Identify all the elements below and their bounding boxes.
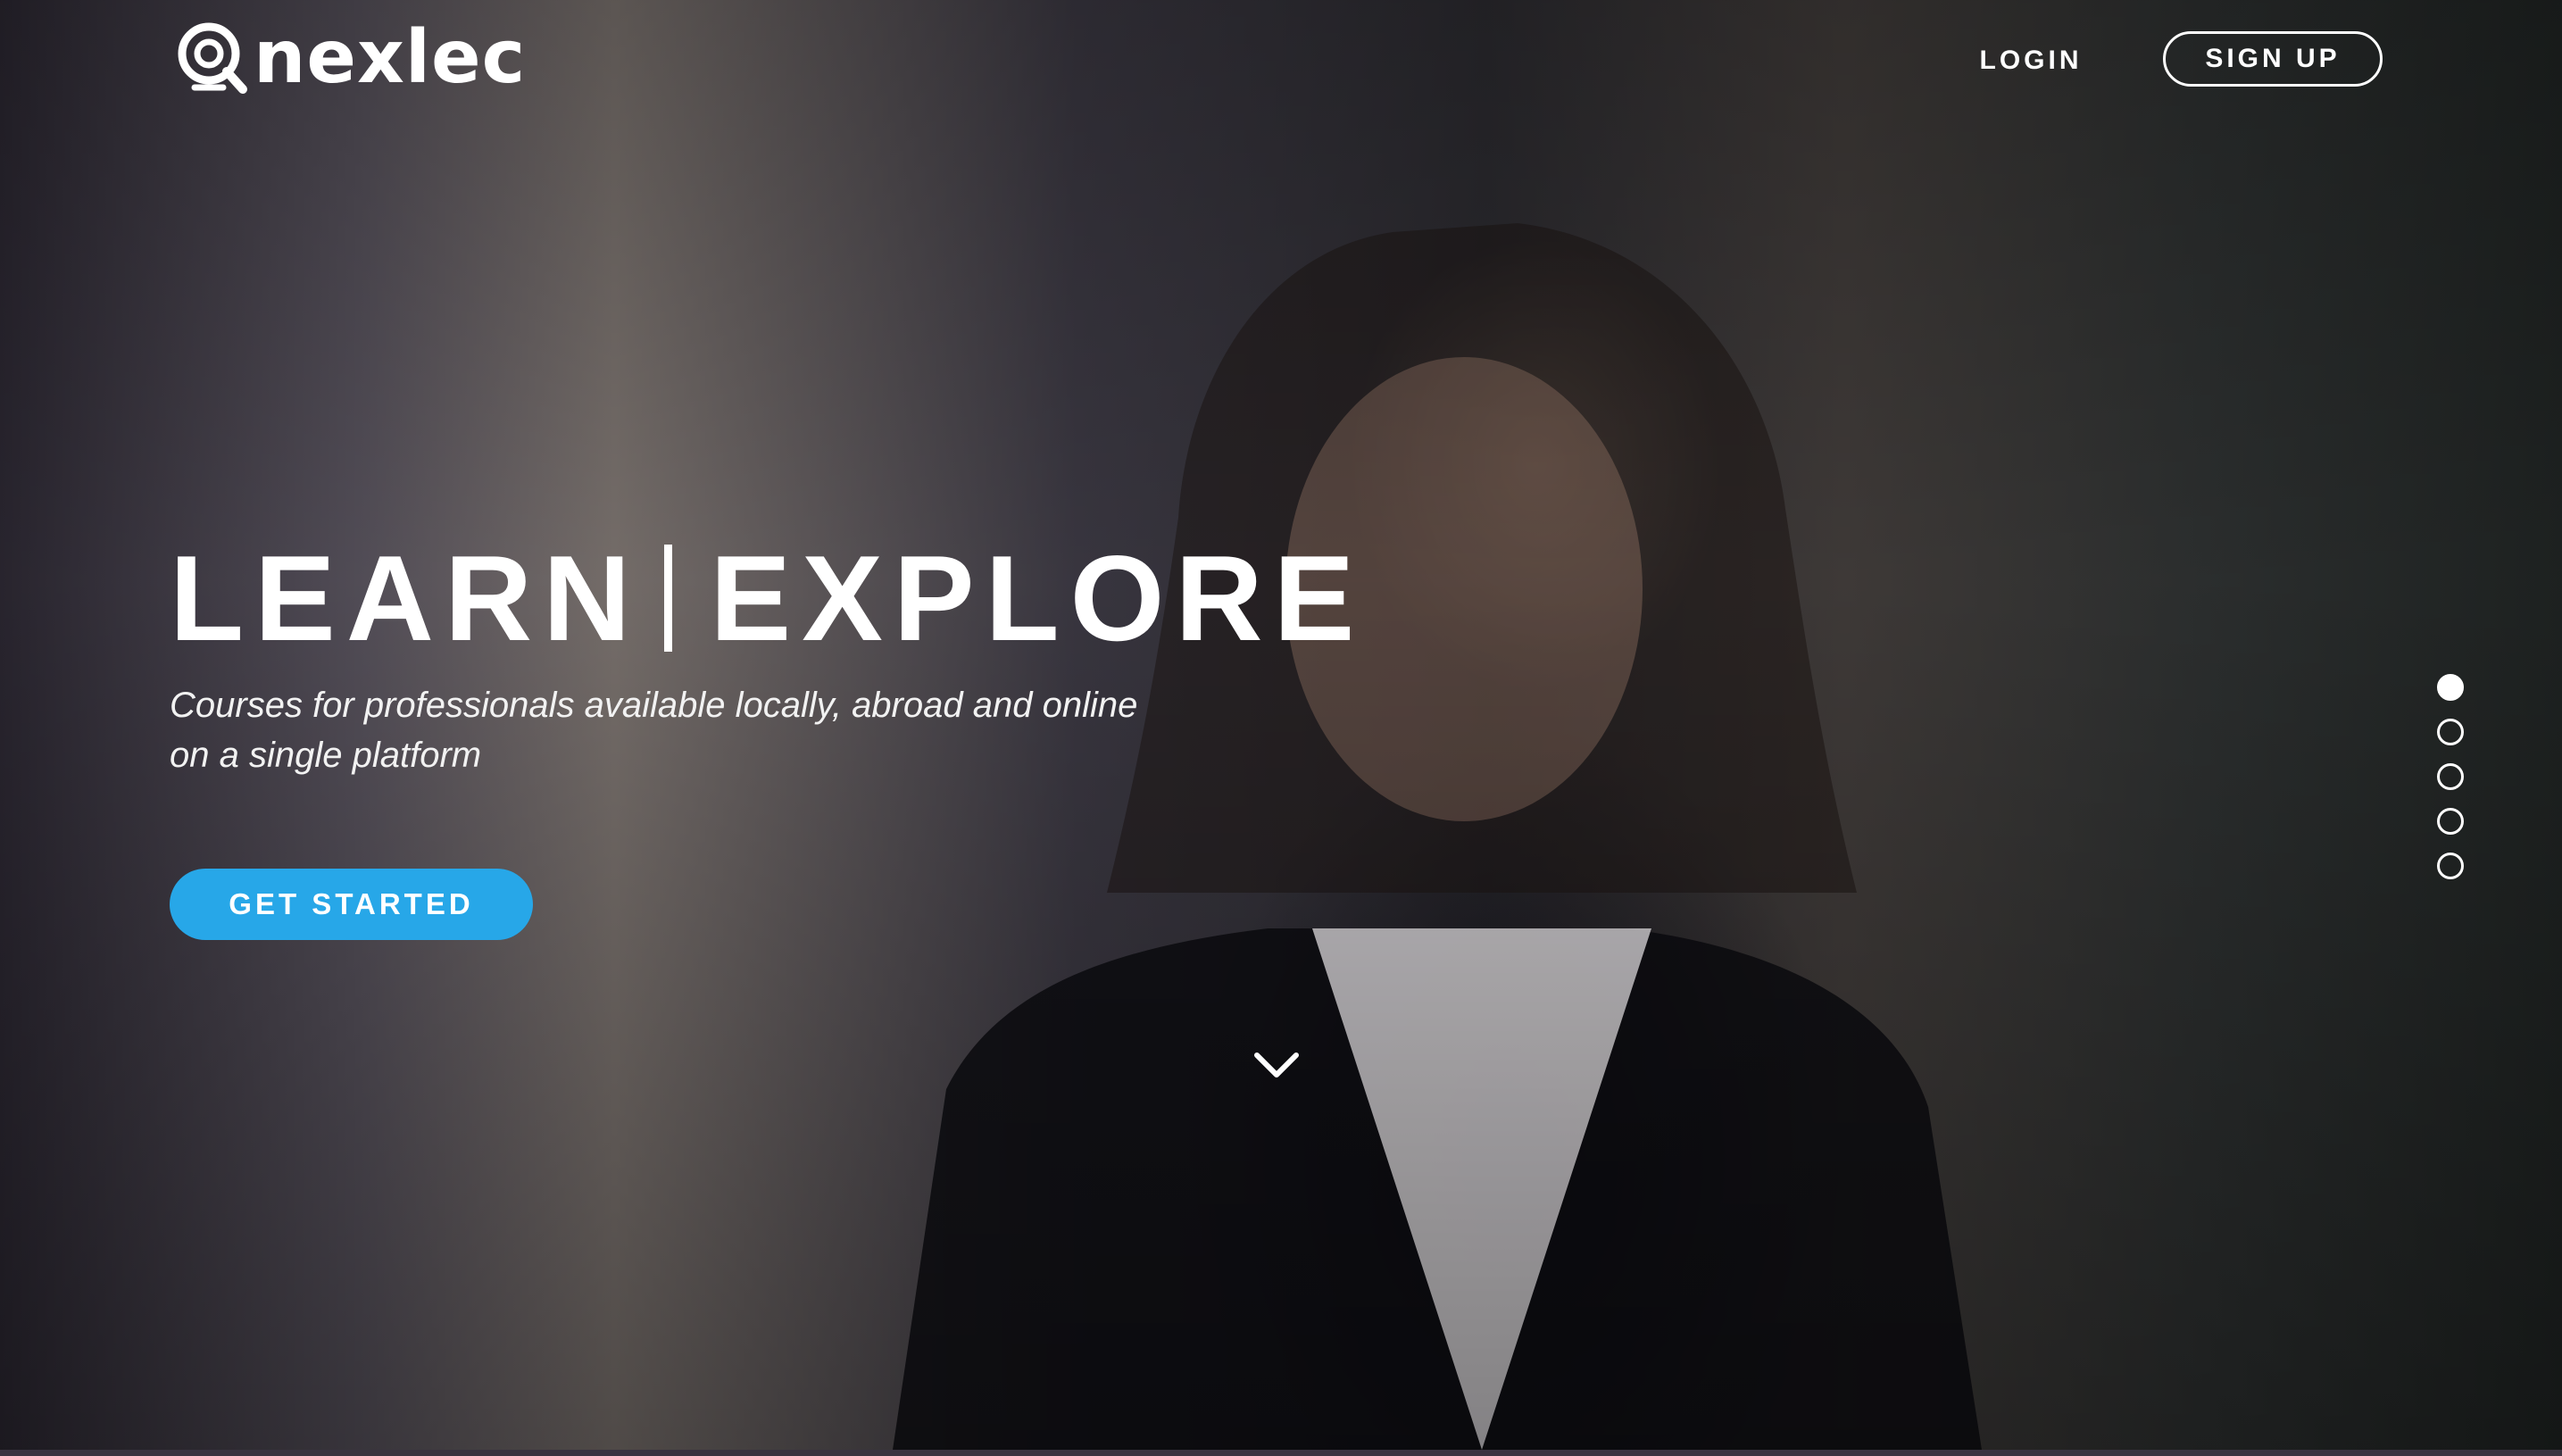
hero-subtitle: Courses for professionals available loca… <box>170 680 1241 780</box>
hero-section: nexlec LOGIN SIGN UP LEARN EXPLORE Cours… <box>0 0 2562 1450</box>
signup-button[interactable]: SIGN UP <box>2163 31 2383 87</box>
headline-learn: LEARN <box>170 530 642 666</box>
headline-divider <box>664 545 673 652</box>
slide-dot-5[interactable] <box>2437 853 2464 879</box>
brand-name: nexlec <box>254 15 527 100</box>
get-started-button[interactable]: GET STARTED <box>170 869 533 940</box>
brand-logo[interactable]: nexlec <box>175 18 526 98</box>
bottom-strip <box>0 1450 2562 1456</box>
hero-headline: LEARN EXPLORE <box>170 536 1365 661</box>
slide-dot-2[interactable] <box>2437 719 2464 745</box>
logo-icon <box>175 18 248 98</box>
slide-dot-3[interactable] <box>2437 763 2464 790</box>
slide-indicators <box>2437 674 2464 879</box>
subtitle-line-1: Courses for professionals available loca… <box>170 686 1138 725</box>
login-link[interactable]: LOGIN <box>1964 37 2098 84</box>
subtitle-line-2: on a single platform <box>170 736 482 775</box>
chevron-down-icon[interactable] <box>1250 1046 1303 1082</box>
slide-dot-4[interactable] <box>2437 808 2464 835</box>
slide-dot-1[interactable] <box>2437 674 2464 701</box>
headline-explore: EXPLORE <box>710 530 1366 666</box>
